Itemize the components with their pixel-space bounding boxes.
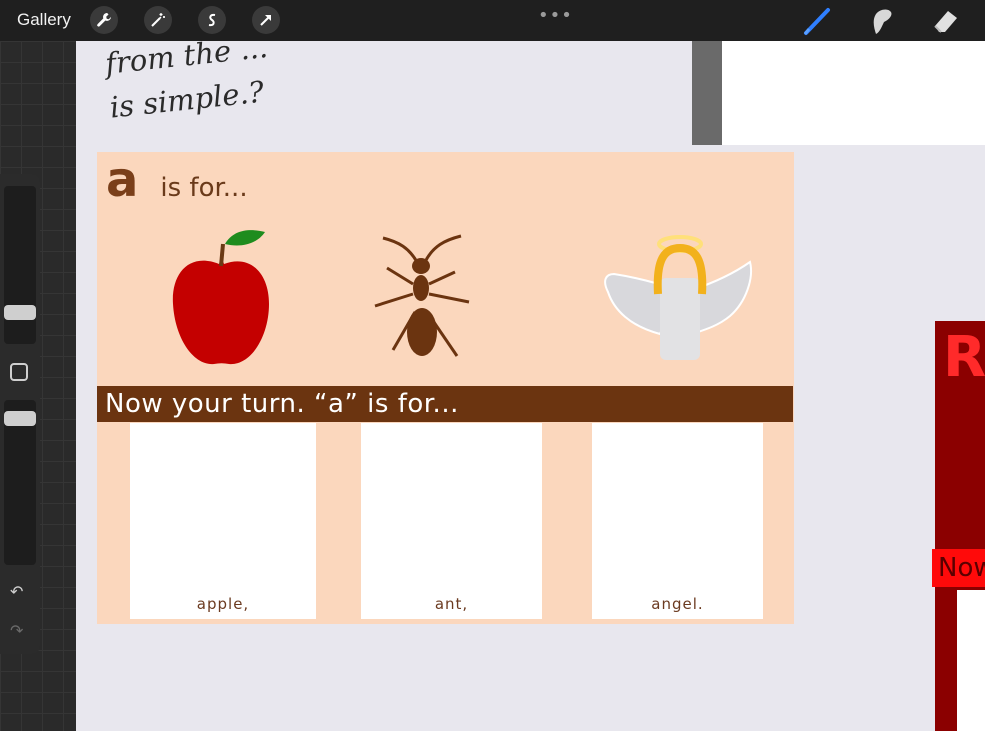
white-panel xyxy=(722,41,985,145)
answer-label-ant: ant, xyxy=(434,595,469,613)
undo-icon[interactable]: ↶ xyxy=(10,582,23,601)
answer-label-apple: apple, xyxy=(196,595,250,613)
brush-size-slider[interactable] xyxy=(4,186,36,344)
side-card-banner: Now xyxy=(932,549,985,587)
gallery-button[interactable]: Gallery xyxy=(17,10,71,30)
side-card-answer-box xyxy=(957,590,985,731)
now-your-turn-banner: Now your turn. “a” is for... xyxy=(97,386,793,422)
redo-icon[interactable]: ↷ xyxy=(10,621,23,640)
top-toolbar: Gallery ••• xyxy=(0,0,985,41)
gray-strip xyxy=(692,41,722,145)
handwritten-note: from the ... is simple.? xyxy=(103,25,274,130)
card-heading: a is for... xyxy=(106,152,248,208)
angel-illustration xyxy=(604,235,752,360)
magic-wand-icon[interactable] xyxy=(144,6,172,34)
eraser-icon[interactable] xyxy=(930,6,960,36)
side-card-letter: R xyxy=(943,325,985,390)
card-letter: a xyxy=(106,152,139,208)
apple-illustration xyxy=(172,230,269,365)
answer-box-3[interactable]: angel. xyxy=(592,423,763,619)
modify-button-icon[interactable] xyxy=(10,363,28,381)
ant-illustration xyxy=(374,234,470,357)
more-options-icon[interactable]: ••• xyxy=(538,5,573,26)
answer-box-1[interactable]: apple, xyxy=(130,423,316,619)
brush-size-knob[interactable] xyxy=(4,305,36,320)
card-is-for: is for... xyxy=(160,173,248,203)
wrench-icon[interactable] xyxy=(90,6,118,34)
opacity-knob[interactable] xyxy=(4,411,36,426)
smudge-icon[interactable] xyxy=(866,6,896,36)
left-sidebar: ↶ ↷ xyxy=(0,174,40,654)
answer-label-angel: angel. xyxy=(651,595,704,613)
answer-box-2[interactable]: ant, xyxy=(361,423,542,619)
brush-icon[interactable] xyxy=(802,6,832,36)
